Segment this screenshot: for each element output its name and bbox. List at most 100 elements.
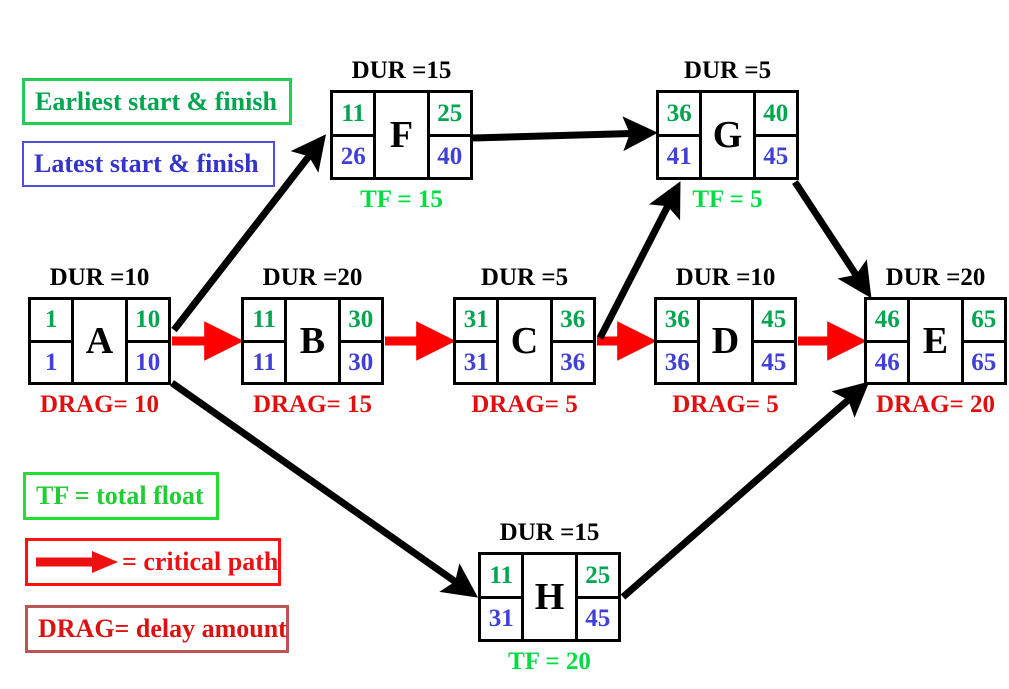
node-b-letter-cell: B <box>284 300 341 382</box>
activity-letter-h: H <box>534 576 565 618</box>
early-finish-c: 36 <box>552 300 593 343</box>
node-e-letter-cell: E <box>907 300 964 382</box>
legend-latest-label: Latest start & finish <box>34 149 259 178</box>
legend-critical-path: = critical path <box>25 538 281 586</box>
late-start-c: 31 <box>463 348 489 376</box>
activity-node-b[interactable]: 11 11 B 30 30 <box>241 297 384 385</box>
node-e-start-column: 46 46 <box>867 300 908 382</box>
node-g-finish-column: 40 45 <box>755 93 796 177</box>
drag-label-b: DRAG= 15 <box>252 391 373 418</box>
node-h-finish-column: 25 45 <box>577 555 618 639</box>
total-float-label-h: TF = 20 <box>508 648 591 675</box>
node-h-start-column: 11 31 <box>481 555 522 639</box>
early-start-f: 11 <box>333 93 374 137</box>
node-h-letter-cell: H <box>521 555 578 639</box>
duration-label-b: DUR =20 <box>262 264 363 291</box>
activity-letter-e: E <box>922 320 949 362</box>
node-d-finish-column: 45 45 <box>753 300 794 382</box>
activity-node-f[interactable]: 11 26 F 25 40 <box>330 90 473 180</box>
early-finish-a: 10 <box>127 300 168 343</box>
duration-label-f: DUR =15 <box>351 57 452 84</box>
legend-earliest-label: Earliest start & finish <box>35 86 277 116</box>
legend-latest-start-finish: Latest start & finish <box>22 141 275 187</box>
node-a-letter-cell: A <box>71 300 128 382</box>
legend-drag-label: DRAG= delay amount <box>38 614 287 643</box>
late-finish-b: 30 <box>348 348 374 376</box>
late-start-h: 31 <box>488 605 514 633</box>
edge-f-g <box>472 116 658 152</box>
late-start-b: 11 <box>252 348 277 376</box>
late-finish-a: 10 <box>135 348 161 376</box>
early-start-c: 31 <box>456 300 497 343</box>
activity-node-c[interactable]: 31 31 C 36 36 <box>453 297 596 385</box>
node-f-letter-cell: F <box>373 93 430 177</box>
total-float-label-f: TF = 15 <box>360 186 443 213</box>
node-d-start-column: 36 36 <box>657 300 698 382</box>
legend-earliest-start-finish: Earliest start & finish <box>22 78 292 125</box>
activity-letter-b: B <box>299 320 326 362</box>
activity-node-h[interactable]: 11 31 H 25 45 <box>478 552 621 642</box>
total-float-label-g: TF = 5 <box>692 186 763 213</box>
early-start-a: 1 <box>31 300 72 343</box>
late-start-g: 41 <box>666 143 692 171</box>
duration-label-d: DUR =10 <box>675 264 776 291</box>
drag-label-d: DRAG= 5 <box>672 391 779 418</box>
duration-label-a: DUR =10 <box>49 264 150 291</box>
activity-letter-g: G <box>712 114 743 156</box>
late-start-d: 36 <box>664 348 690 376</box>
duration-label-g: DUR =5 <box>683 57 772 84</box>
activity-letter-c: C <box>510 320 539 362</box>
network-diagram-canvas: Earliest start & finish Latest start & f… <box>0 0 1009 689</box>
early-finish-h: 25 <box>577 555 618 599</box>
activity-node-d[interactable]: 36 36 D 45 45 <box>654 297 797 385</box>
node-f-start-column: 11 26 <box>333 93 374 177</box>
early-finish-e: 65 <box>963 300 1004 343</box>
node-f-finish-column: 25 40 <box>429 93 470 177</box>
activity-letter-d: D <box>711 320 740 362</box>
early-finish-g: 40 <box>755 93 796 137</box>
node-a-finish-column: 10 10 <box>127 300 168 382</box>
duration-label-c: DUR =5 <box>480 264 569 291</box>
activity-node-a[interactable]: 1 1 A 10 10 <box>28 297 171 385</box>
late-finish-d: 45 <box>761 348 787 376</box>
node-e-finish-column: 65 65 <box>963 300 1004 382</box>
early-finish-d: 45 <box>753 300 794 343</box>
legend-drag: DRAG= delay amount <box>25 605 289 653</box>
node-g-letter-cell: G <box>699 93 756 177</box>
early-start-h: 11 <box>481 555 522 599</box>
early-finish-f: 25 <box>429 93 470 137</box>
late-finish-f: 40 <box>437 143 463 171</box>
early-start-d: 36 <box>657 300 698 343</box>
edge-h-e <box>620 381 870 600</box>
legend-critical-path-label: = critical path <box>122 547 279 576</box>
early-start-g: 36 <box>659 93 700 137</box>
node-c-start-column: 31 31 <box>456 300 497 382</box>
late-finish-h: 45 <box>585 605 611 633</box>
drag-label-c: DRAG= 5 <box>471 391 578 418</box>
duration-label-e: DUR =20 <box>885 264 986 291</box>
node-g-start-column: 36 41 <box>659 93 700 177</box>
activity-node-g[interactable]: 36 41 G 40 45 <box>656 90 799 180</box>
legend-total-float: TF = total float <box>23 472 219 520</box>
drag-label-a: DRAG= 10 <box>39 391 160 418</box>
node-c-letter-cell: C <box>496 300 553 382</box>
node-c-finish-column: 36 36 <box>552 300 593 382</box>
late-start-a: 1 <box>44 348 58 376</box>
drag-label-e: DRAG= 20 <box>875 391 996 418</box>
critical-path-arrow-icon <box>34 549 120 575</box>
late-finish-g: 45 <box>763 143 789 171</box>
early-start-e: 46 <box>867 300 908 343</box>
legend-total-float-label: TF = total float <box>36 481 204 510</box>
early-finish-b: 30 <box>340 300 381 343</box>
late-start-e: 46 <box>874 348 900 376</box>
duration-label-h: DUR =15 <box>499 519 600 546</box>
late-finish-e: 65 <box>971 348 997 376</box>
node-b-start-column: 11 11 <box>244 300 285 382</box>
early-start-b: 11 <box>244 300 285 343</box>
activity-letter-a: A <box>85 320 114 362</box>
node-d-letter-cell: D <box>697 300 754 382</box>
late-start-f: 26 <box>340 143 366 171</box>
node-a-start-column: 11 <box>31 300 72 382</box>
late-finish-c: 36 <box>560 348 586 376</box>
activity-node-e[interactable]: 46 46 E 65 65 <box>864 297 1007 385</box>
